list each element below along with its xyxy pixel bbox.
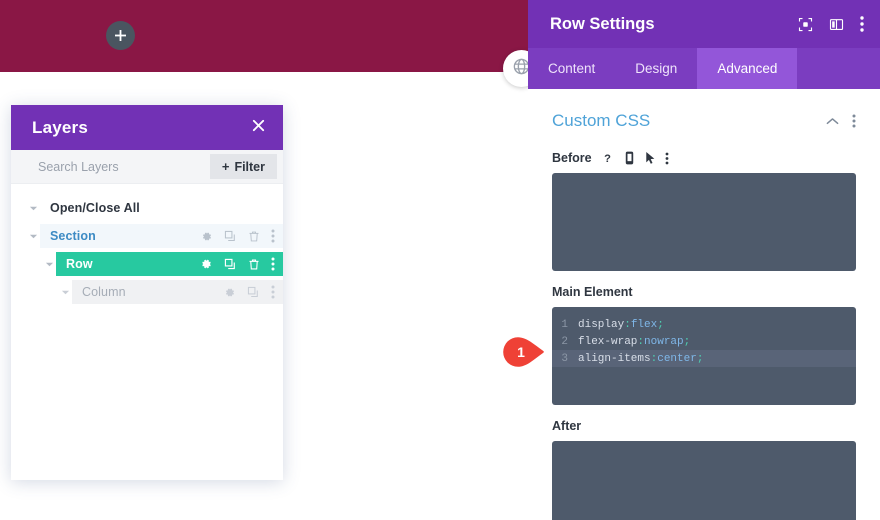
chevron-up-icon[interactable] [826,117,839,126]
focus-target-icon[interactable] [798,17,813,32]
svg-text:?: ? [604,153,611,165]
plus-icon: + [221,159,230,174]
field-header-main-element: Main Element [552,285,856,299]
page-title: Row Settings [550,14,655,33]
layers-tree: Open/Close All Section Row Column [11,184,283,304]
settings-content: Custom CSS Before ? Main Element 1 displ… [528,89,880,520]
field-label: Before [552,151,592,165]
add-section-button[interactable] [106,21,135,50]
close-icon[interactable] [251,118,266,137]
settings-tabs: Content Design Advanced [528,48,880,89]
layer-row-actions [223,285,275,299]
code-line: 2 flex-wrap : nowrap ; [552,333,856,350]
css-property: display [578,318,625,331]
layer-row-actions [200,229,275,243]
css-colon: : [650,352,658,365]
layer-row-section[interactable]: Section [11,224,283,248]
plus-icon [114,29,127,42]
field-label: Main Element [552,285,633,299]
trash-icon[interactable] [248,230,260,243]
more-vertical-icon[interactable] [665,152,669,165]
screen-root: Layers Search Layers + Filter Open/Close… [0,0,880,520]
field-label: After [552,419,582,433]
layer-row-label: Section [50,229,96,243]
layers-panel-header: Layers [11,105,283,150]
tab-advanced[interactable]: Advanced [697,48,798,89]
section-header-actions [826,114,856,128]
tab-content[interactable]: Content [528,48,615,89]
gear-icon[interactable] [199,257,213,271]
field-header-after: After [552,419,856,433]
help-icon[interactable]: ? [601,152,614,165]
layer-row-label: Row [66,257,93,271]
more-vertical-icon[interactable] [852,114,856,128]
more-vertical-icon[interactable] [271,285,275,299]
chevron-down-icon[interactable] [59,286,72,299]
section-title: Custom CSS [552,111,651,130]
css-semicolon: ; [696,352,704,365]
css-value: center [657,352,697,365]
callout-marker-1: 1 [500,336,558,368]
settings-panel-header-actions [798,16,864,32]
chevron-down-icon[interactable] [43,258,56,271]
gear-icon[interactable] [200,230,213,243]
css-property: align-items [578,352,651,365]
canvas-hero-section [0,0,540,72]
custom-css-section-header[interactable]: Custom CSS [552,89,856,137]
search-input[interactable]: Search Layers [38,160,119,174]
filter-button[interactable]: + Filter [209,154,277,179]
chevron-down-icon[interactable] [27,202,40,215]
duplicate-icon[interactable] [224,230,237,243]
css-value: nowrap [644,335,684,348]
chevron-down-icon[interactable] [27,230,40,243]
split-layout-icon[interactable] [829,17,844,32]
trash-icon[interactable] [248,258,260,271]
layers-panel: Layers Search Layers + Filter Open/Close… [11,105,283,480]
more-vertical-icon[interactable] [271,257,275,271]
css-semicolon: ; [657,318,664,331]
layer-row-actions [199,257,275,271]
tab-design[interactable]: Design [615,48,697,89]
more-vertical-icon[interactable] [271,229,275,243]
layer-row-open-close-all[interactable]: Open/Close All [11,196,283,220]
after-css-textarea[interactable] [552,441,856,520]
layer-row-row[interactable]: Row [11,252,283,276]
css-value: flex [630,318,658,331]
main-element-css-editor[interactable]: 1 display : flex ; 2 flex-wrap : nowrap … [552,307,856,405]
cursor-icon[interactable] [645,151,656,165]
duplicate-icon[interactable] [247,286,260,299]
line-number: 1 [561,318,568,331]
css-colon: : [637,335,645,348]
filter-button-label: Filter [234,159,265,174]
css-property: flex-wrap [578,335,638,348]
css-semicolon: ; [683,335,691,348]
more-vertical-icon[interactable] [860,16,864,32]
layer-row-label: Column [82,285,126,299]
callout-number: 1 [517,344,525,360]
duplicate-icon[interactable] [224,258,237,271]
css-colon: : [624,318,631,331]
gear-icon[interactable] [223,286,236,299]
mobile-icon[interactable] [623,151,636,165]
code-line: 1 display : flex ; [552,316,856,333]
layers-panel-title: Layers [32,117,89,137]
layer-row-column[interactable]: Column [11,280,283,304]
layer-row-label: Open/Close All [50,201,140,215]
before-css-textarea[interactable] [552,173,856,271]
layers-search-bar: Search Layers + Filter [11,150,283,184]
code-line: 3 align-items : center ; [552,350,856,367]
settings-panel-header: Row Settings [528,0,880,48]
row-settings-panel: Row Settings Content Design Advanced Cus… [528,0,880,520]
field-header-before: Before ? [552,151,856,165]
